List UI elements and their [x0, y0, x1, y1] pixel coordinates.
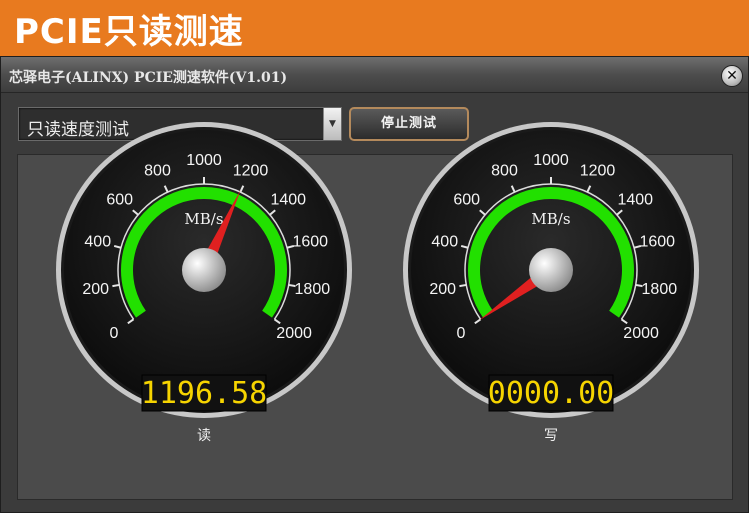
banner-title: PCIE只读测速	[14, 12, 244, 52]
gauge-tick-label: 1400	[270, 191, 306, 208]
gauge-label: 读	[197, 428, 211, 444]
gauge-tick-label: 200	[429, 281, 456, 298]
gauge-tick	[459, 283, 467, 288]
gauge-hub	[182, 248, 226, 292]
gauge-tick-label: 1000	[533, 152, 569, 169]
gauge-tick-label: 800	[144, 162, 171, 179]
gauge-tick-label: 1800	[642, 281, 678, 298]
banner: PCIE只读测速	[0, 0, 749, 56]
gauge-tick-label: 1600	[292, 234, 328, 251]
close-icon[interactable]: ✕	[721, 65, 743, 87]
gauge-tick-label: 2000	[623, 325, 659, 342]
gauge-tick-label: 1200	[233, 162, 269, 179]
gauge-unit: MB/s	[184, 210, 223, 228]
gauge-tick-label: 2000	[276, 325, 312, 342]
gauge-display-value: 1196.58	[141, 376, 267, 411]
gauge-tick-label: 1600	[639, 234, 675, 251]
gauge-hub	[529, 248, 573, 292]
gauge-tick-label: 1200	[580, 162, 616, 179]
read-speed-gauge: 0 200 400 600 800 1000 1200 1400 1600 1800 2000 MB/…	[54, 120, 354, 444]
gauge-label: 写	[544, 428, 558, 444]
gauge-tick-label: 400	[431, 234, 458, 251]
gauge-tick-label: 1400	[617, 191, 653, 208]
read-gauge-svg: 0 200 400 600 800 1000 12001400 1600 1800 2000 MB/…	[56, 122, 352, 418]
window-title: 芯驿电子(ALINX) PCIE测速软件(V1.01)	[9, 70, 288, 86]
window-titlebar: 芯驿电子(ALINX) PCIE测速软件(V1.01) ✕	[1, 57, 748, 93]
gauge-tick-label: 0	[456, 325, 465, 342]
gauge-tick-label: 0	[109, 325, 118, 342]
gauge-tick-label: 1800	[295, 281, 331, 298]
gauge-display-value: 0000.00	[488, 376, 614, 411]
gauge-tick-label: 200	[82, 281, 109, 298]
gauge-tick-label: 400	[84, 234, 111, 251]
gauge-unit: MB/s	[531, 210, 570, 228]
gauge-tick-label: 600	[453, 191, 480, 208]
write-gauge-svg: 0 200 400 600 800 1000 12001400 1600 1800 2000 MB/…	[403, 122, 699, 418]
gauge-tick-label: 600	[106, 191, 133, 208]
gauge-tick-label: 800	[491, 162, 518, 179]
write-speed-gauge: 0 200 400 600 800 1000 1200 1400 1600 1800 2000 MB/…	[401, 120, 701, 444]
gauge-tick	[112, 283, 120, 288]
gauge-tick-label: 1000	[186, 152, 222, 169]
